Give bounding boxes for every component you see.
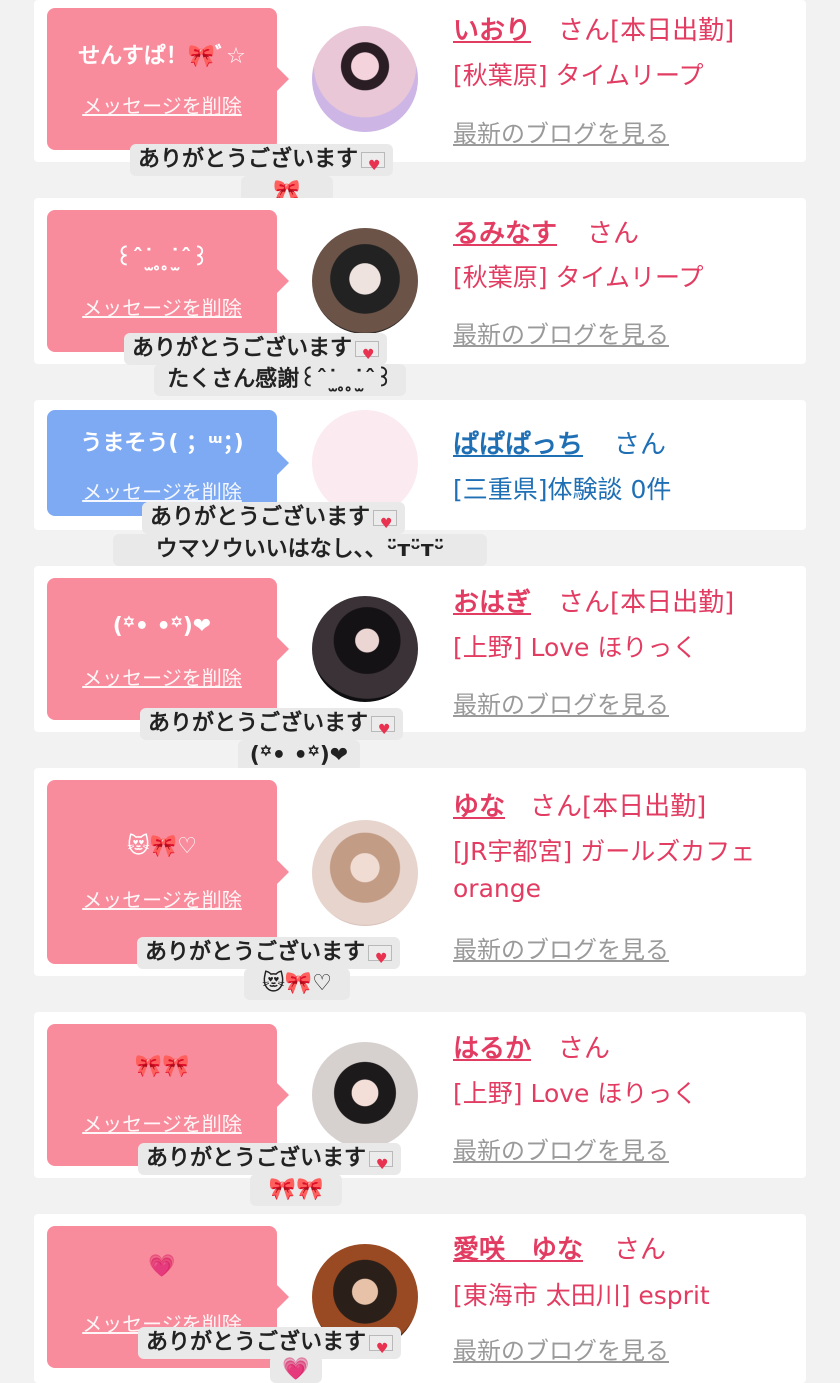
reply-line-1: ありがとうございます bbox=[137, 937, 401, 975]
avatar[interactable] bbox=[312, 820, 418, 926]
love-letter-icon bbox=[355, 339, 380, 371]
reply-line-2: ウマソウいいはなし、、ᵕ̈ᴛᵕ̈ᴛᵕ̈ bbox=[113, 534, 487, 566]
delete-message-link[interactable]: メッセージを削除 bbox=[47, 476, 277, 505]
delete-message-link[interactable]: メッセージを削除 bbox=[47, 90, 277, 119]
reply-line-2: 😻🎀♡ bbox=[244, 968, 350, 1000]
message-bubble: (꙳• •꙳)❤ メッセージを削除 bbox=[47, 578, 289, 720]
shop-link[interactable]: [JR宇都宮] ガールズカフェ bbox=[453, 832, 755, 868]
love-letter-icon bbox=[373, 508, 398, 540]
message-text: 😻🎀♡ bbox=[126, 834, 198, 859]
shop-link-line-2[interactable]: orange bbox=[453, 874, 541, 903]
reply-line-2: 💗 bbox=[270, 1355, 322, 1383]
reply-line-1: ありがとうございます bbox=[130, 144, 394, 182]
avatar[interactable] bbox=[312, 596, 418, 702]
reply-line-2: 🎀🎀 bbox=[250, 1174, 342, 1206]
blog-link[interactable]: 最新のブログを見る bbox=[453, 315, 669, 350]
reply-line-1: ありがとうございます bbox=[140, 708, 404, 746]
reply-line-2: たくさん感謝꒰ˆ˙̫ ̥ ̥˙̫ˆ꒱ bbox=[154, 364, 406, 396]
honorific-text: さん bbox=[614, 1235, 667, 1265]
cast-name-link[interactable]: ぱぱぱっち bbox=[453, 424, 583, 461]
reply-line-1: ありがとうございます bbox=[124, 333, 388, 371]
shop-link[interactable]: [東海市 太田川] esprit bbox=[453, 1276, 710, 1312]
shop-link[interactable]: [三重県]体験談 0件 bbox=[453, 470, 671, 506]
love-letter-icon bbox=[361, 150, 386, 182]
honorific-text: さん[本日出勤] bbox=[558, 588, 735, 618]
avatar[interactable] bbox=[312, 1042, 418, 1148]
honorific-text: さん bbox=[614, 430, 667, 460]
shop-link[interactable]: [上野] Love ほりっく bbox=[453, 1074, 697, 1110]
message-text: せんすぱ！🎀ﾞ☆ bbox=[78, 44, 246, 69]
cast-name-link[interactable]: いおり bbox=[453, 10, 531, 47]
message-text: ꒰ˆ˙̫ ̥ ̥˙̫ˆ꒱ bbox=[115, 246, 209, 271]
message-bubble: ꒰ˆ˙̫ ̥ ̥˙̫ˆ꒱ メッセージを削除 bbox=[47, 210, 289, 352]
love-letter-icon bbox=[371, 714, 396, 746]
cast-name-link[interactable]: おはぎ bbox=[453, 582, 531, 619]
blog-link[interactable]: 最新のブログを見る bbox=[453, 685, 669, 720]
cast-name-link[interactable]: ゆな bbox=[453, 786, 505, 823]
message-text: 🎀🎀 bbox=[134, 1054, 190, 1079]
love-letter-icon bbox=[368, 943, 393, 975]
avatar[interactable] bbox=[312, 410, 418, 516]
cast-name-link[interactable]: るみなす bbox=[453, 213, 557, 250]
message-bubble: せんすぱ！🎀ﾞ☆ メッセージを削除 bbox=[47, 8, 289, 150]
delete-message-link[interactable]: メッセージを削除 bbox=[47, 1108, 277, 1137]
reply-line-1: ありがとうございます bbox=[138, 1327, 402, 1365]
shop-link[interactable]: [秋葉原] タイムリープ bbox=[453, 56, 703, 92]
avatar[interactable] bbox=[312, 228, 418, 334]
reply-line-1: ありがとうございます bbox=[142, 502, 406, 540]
reply-line-1: ありがとうございます bbox=[138, 1143, 402, 1181]
blog-link[interactable]: 最新のブログを見る bbox=[453, 1131, 669, 1166]
message-text: (꙳• •꙳)❤ bbox=[112, 614, 212, 639]
message-bubble: うまそう( ；ᵚ；) メッセージを削除 bbox=[47, 410, 289, 516]
honorific-text: さん bbox=[587, 219, 640, 249]
blog-link[interactable]: 最新のブログを見る bbox=[453, 1331, 669, 1366]
shop-link[interactable]: [上野] Love ほりっく bbox=[453, 628, 697, 664]
avatar[interactable] bbox=[312, 26, 418, 132]
delete-message-link[interactable]: メッセージを削除 bbox=[47, 662, 277, 691]
honorific-text: さん[本日出勤] bbox=[530, 792, 707, 822]
delete-message-link[interactable]: メッセージを削除 bbox=[47, 292, 277, 321]
message-text: うまそう( ；ᵚ；) bbox=[80, 431, 244, 456]
blog-link[interactable]: 最新のブログを見る bbox=[453, 114, 669, 149]
delete-message-link[interactable]: メッセージを削除 bbox=[47, 884, 277, 913]
honorific-text: さん bbox=[558, 1034, 611, 1064]
honorific-text: さん[本日出勤] bbox=[558, 16, 735, 46]
cast-name-link[interactable]: 愛咲 ゆな bbox=[453, 1229, 583, 1266]
love-letter-icon bbox=[369, 1149, 394, 1181]
message-text: 💗 bbox=[148, 1254, 176, 1279]
blog-link[interactable]: 最新のブログを見る bbox=[453, 930, 669, 965]
love-letter-icon bbox=[369, 1333, 394, 1365]
shop-link[interactable]: [秋葉原] タイムリープ bbox=[453, 258, 703, 294]
cast-name-link[interactable]: はるか bbox=[453, 1028, 531, 1065]
